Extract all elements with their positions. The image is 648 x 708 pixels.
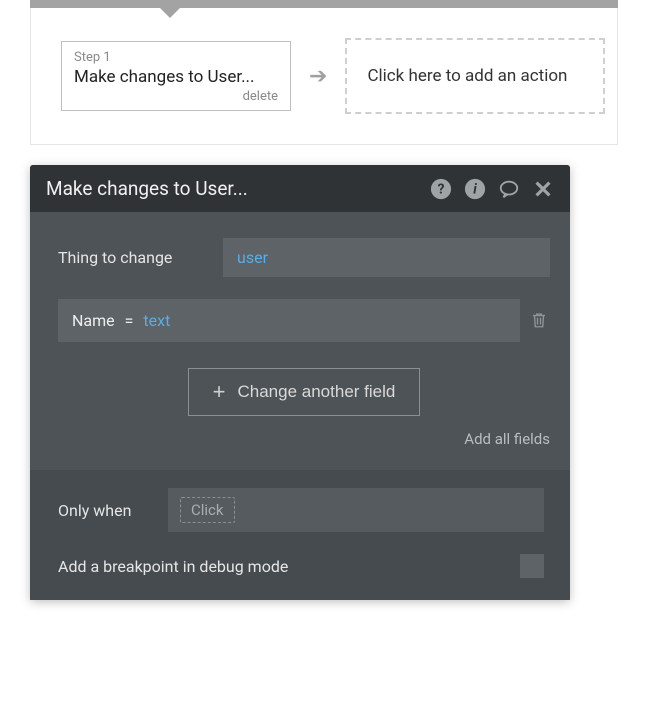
thing-value: user (237, 248, 268, 267)
change-another-label: Change another field (238, 382, 396, 402)
only-when-chip[interactable]: Click (180, 497, 235, 523)
workflow-panel: Step 1 Make changes to User... delete ➔ … (30, 8, 618, 145)
only-when-row: Only when Click (58, 488, 544, 532)
only-when-input[interactable]: Click (168, 488, 544, 532)
step-title: Make changes to User... (74, 67, 278, 87)
arrow-right-icon: ➔ (309, 64, 327, 89)
delete-step-link[interactable]: delete (74, 89, 278, 104)
step-number-label: Step 1 (74, 50, 278, 65)
info-icon[interactable]: i (464, 178, 486, 200)
workflow-connector-bar (30, 0, 618, 8)
breakpoint-label: Add a breakpoint in debug mode (58, 557, 288, 576)
property-panel: Make changes to User... ? i Thing to cha… (30, 165, 570, 600)
panel-footer: Only when Click Add a breakpoint in debu… (30, 470, 570, 600)
svg-text:i: i (473, 181, 477, 197)
panel-header-icons: ? i (430, 178, 554, 200)
step-card[interactable]: Step 1 Make changes to User... delete (61, 41, 291, 111)
panel-header: Make changes to User... ? i (30, 165, 570, 212)
help-icon[interactable]: ? (430, 178, 452, 200)
svg-text:?: ? (438, 181, 445, 197)
thing-to-change-input[interactable]: user (223, 238, 550, 277)
close-icon[interactable] (532, 178, 554, 200)
only-when-label: Only when (58, 501, 168, 520)
thing-to-change-label: Thing to change (58, 248, 223, 267)
add-action-placeholder[interactable]: Click here to add an action (345, 38, 605, 114)
breakpoint-checkbox[interactable] (520, 554, 544, 578)
change-another-row: + Change another field (58, 368, 550, 416)
equals-sign: = (125, 311, 134, 330)
plus-icon: + (213, 381, 226, 403)
comment-icon[interactable] (498, 178, 520, 200)
field-assignment-row: Name = text (58, 299, 550, 342)
thing-to-change-row: Thing to change user (58, 238, 550, 277)
add-all-fields-link[interactable]: Add all fields (58, 430, 550, 448)
field-name: Name (72, 311, 115, 330)
panel-title: Make changes to User... (46, 177, 430, 200)
breakpoint-row: Add a breakpoint in debug mode (58, 554, 544, 578)
trash-icon[interactable] (530, 310, 550, 332)
connector-caret-icon (160, 8, 180, 18)
change-another-field-button[interactable]: + Change another field (188, 368, 421, 416)
field-value: text (143, 311, 170, 330)
panel-body: Thing to change user Name = text + (30, 212, 570, 470)
field-assignment-input[interactable]: Name = text (58, 299, 520, 342)
